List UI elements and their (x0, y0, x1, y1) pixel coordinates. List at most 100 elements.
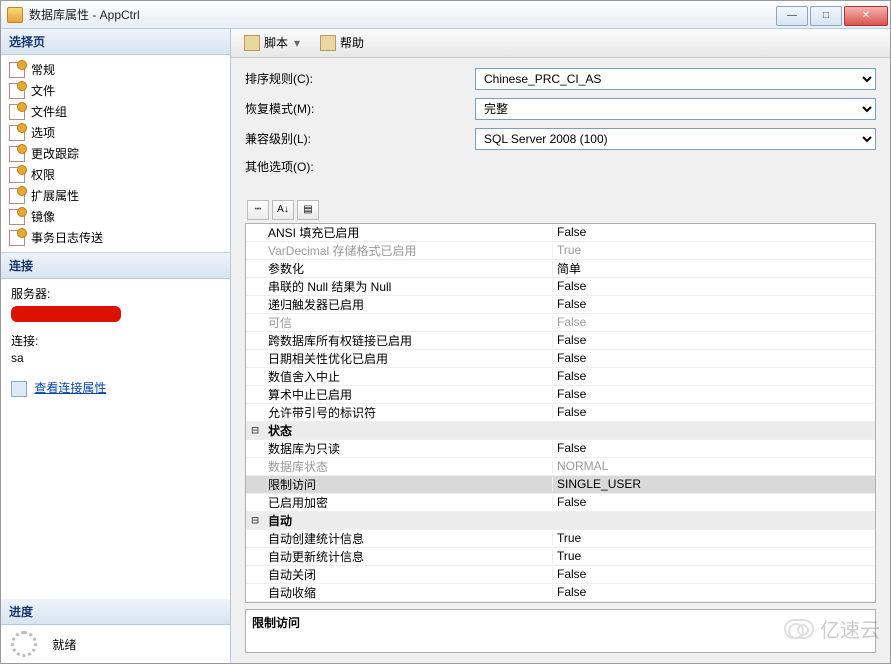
page-nav: 常规文件文件组选项更改跟踪权限扩展属性镜像事务日志传送 (1, 55, 230, 253)
progress-status: 就绪 (52, 638, 76, 652)
property-value[interactable]: False (552, 225, 875, 239)
collation-label: 排序规则(C): (245, 70, 475, 87)
nav-item-label: 权限 (31, 166, 55, 183)
nav-item-label: 镜像 (31, 208, 55, 225)
collapse-icon[interactable]: ⊟ (246, 423, 264, 437)
page-icon (9, 83, 25, 99)
property-row[interactable]: 已启用加密False (246, 494, 875, 512)
property-label: 自动异步更新统计信息 (264, 602, 552, 603)
property-row[interactable]: 自动关闭False (246, 566, 875, 584)
collapse-icon[interactable]: ⊟ (246, 513, 264, 527)
select-page-header: 选择页 (1, 29, 230, 55)
alphabetize-button[interactable]: A↓ (272, 200, 294, 220)
property-row[interactable]: VarDecimal 存储格式已启用True (246, 242, 875, 260)
page-icon (9, 146, 25, 162)
nav-item[interactable]: 扩展属性 (1, 185, 230, 206)
nav-item[interactable]: 权限 (1, 164, 230, 185)
dialog-body: 选择页 常规文件文件组选项更改跟踪权限扩展属性镜像事务日志传送 连接 服务器: … (1, 29, 890, 663)
property-value[interactable]: False (552, 369, 875, 383)
property-grid[interactable]: ANSI 填充已启用FalseVarDecimal 存储格式已启用True参数化… (245, 223, 876, 603)
property-row[interactable]: 跨数据库所有权链接已启用False (246, 332, 875, 350)
script-label: 脚本 (264, 34, 288, 51)
page-icon (9, 167, 25, 183)
server-label: 服务器: (11, 285, 220, 302)
connection-section: 服务器: 连接: sa 查看连接属性 (1, 279, 230, 599)
connection-header: 连接 (1, 253, 230, 279)
property-pages-button[interactable]: ▤ (297, 200, 319, 220)
nav-item[interactable]: 选项 (1, 122, 230, 143)
property-category[interactable]: ⊟状态 (246, 422, 875, 440)
property-row[interactable]: 串联的 Null 结果为 NullFalse (246, 278, 875, 296)
nav-item-label: 文件组 (31, 103, 67, 120)
property-label: 数值舍入中止 (264, 368, 552, 385)
script-button[interactable]: 脚本 ▾ (237, 31, 309, 54)
property-value[interactable]: False (552, 387, 875, 401)
description-box: 限制访问 (245, 609, 876, 653)
property-row[interactable]: 参数化简单 (246, 260, 875, 278)
property-value: False (552, 315, 875, 329)
property-value[interactable]: False (552, 567, 875, 581)
help-label: 帮助 (340, 34, 364, 51)
property-row[interactable]: 算术中止已启用False (246, 386, 875, 404)
compat-label: 兼容级别(L): (245, 130, 475, 147)
property-value[interactable]: True (552, 531, 875, 545)
property-value[interactable]: False (552, 405, 875, 419)
property-row[interactable]: 递归触发器已启用False (246, 296, 875, 314)
maximize-button[interactable]: □ (810, 6, 842, 26)
property-row[interactable]: 可信False (246, 314, 875, 332)
property-value[interactable]: False (552, 351, 875, 365)
property-label: 可信 (264, 314, 552, 331)
property-row[interactable]: 数据库状态NORMAL (246, 458, 875, 476)
property-row[interactable]: 限制访问SINGLE_USER (246, 476, 875, 494)
property-value[interactable]: False (552, 297, 875, 311)
property-row[interactable]: 自动异步更新统计信息False (246, 602, 875, 603)
property-label: 串联的 Null 结果为 Null (264, 278, 552, 295)
description-title: 限制访问 (252, 616, 300, 630)
grid-toolbar: ┉ A↓ ▤ (245, 197, 876, 223)
property-row[interactable]: 自动收缩False (246, 584, 875, 602)
categorize-button[interactable]: ┉ (247, 200, 269, 220)
nav-item[interactable]: 文件组 (1, 101, 230, 122)
property-row[interactable]: 自动更新统计信息True (246, 548, 875, 566)
progress-spinner-icon (11, 631, 37, 657)
nav-item[interactable]: 文件 (1, 80, 230, 101)
property-label: 日期相关性优化已启用 (264, 350, 552, 367)
compat-select[interactable]: SQL Server 2008 (100) (475, 128, 876, 150)
property-row[interactable]: 日期相关性优化已启用False (246, 350, 875, 368)
page-icon (9, 125, 25, 141)
property-value[interactable]: True (552, 549, 875, 563)
property-row[interactable]: 自动创建统计信息True (246, 530, 875, 548)
property-row[interactable]: 数据库为只读False (246, 440, 875, 458)
toolbar: 脚本 ▾ 帮助 (231, 29, 890, 58)
collation-select[interactable]: Chinese_PRC_CI_AS (475, 68, 876, 90)
property-label: 自动更新统计信息 (264, 548, 552, 565)
recovery-select[interactable]: 完整 (475, 98, 876, 120)
window-controls: — □ ✕ (776, 4, 890, 26)
property-label: 算术中止已启用 (264, 386, 552, 403)
help-button[interactable]: 帮助 (313, 31, 371, 54)
property-label: 数据库为只读 (264, 440, 552, 457)
property-value[interactable]: False (552, 441, 875, 455)
script-icon (244, 35, 260, 51)
property-value[interactable]: False (552, 585, 875, 599)
nav-item-label: 选项 (31, 124, 55, 141)
close-button[interactable]: ✕ (844, 6, 888, 26)
property-row[interactable]: 数值舍入中止False (246, 368, 875, 386)
property-row[interactable]: 允许带引号的标识符False (246, 404, 875, 422)
nav-item[interactable]: 常规 (1, 59, 230, 80)
property-value[interactable]: False (552, 333, 875, 347)
property-label: 自动收缩 (264, 584, 552, 601)
database-icon (7, 7, 23, 23)
property-value[interactable]: False (552, 279, 875, 293)
property-value[interactable]: False (552, 495, 875, 509)
property-row[interactable]: ANSI 填充已启用False (246, 224, 875, 242)
property-category[interactable]: ⊟自动 (246, 512, 875, 530)
minimize-button[interactable]: — (776, 6, 808, 26)
nav-item[interactable]: 镜像 (1, 206, 230, 227)
nav-item[interactable]: 事务日志传送 (1, 227, 230, 248)
property-label: 数据库状态 (264, 458, 552, 475)
nav-item[interactable]: 更改跟踪 (1, 143, 230, 164)
property-value[interactable]: 简单 (552, 260, 875, 277)
view-connection-props-link[interactable]: 查看连接属性 (34, 381, 106, 395)
property-value[interactable]: SINGLE_USER (552, 477, 875, 491)
